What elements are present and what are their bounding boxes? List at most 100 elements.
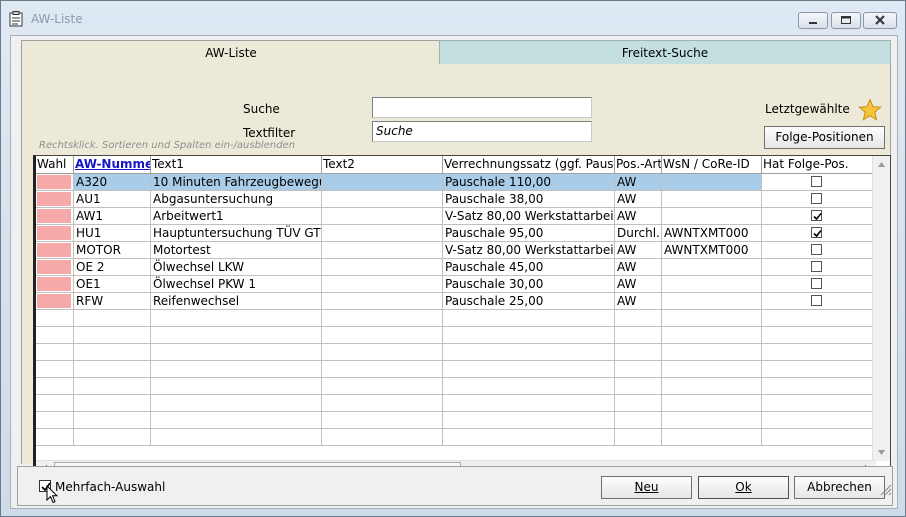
table-row[interactable]: AW1 Arbeitwert1 V-Satz 80,00 Werkstattarbe… <box>36 208 876 225</box>
cell-hat-folge-pos[interactable] <box>762 225 876 242</box>
header-text2[interactable]: Text2 <box>322 156 443 173</box>
cell-verrechnungssatz <box>443 327 615 344</box>
ok-button-label: Ok <box>735 480 752 494</box>
cell-hat-folge-pos[interactable] <box>762 242 876 259</box>
header-core-id[interactable]: WsN / CoRe-ID <box>662 156 762 173</box>
scroll-up-icon[interactable] <box>873 156 890 173</box>
cell-hat-folge-pos[interactable] <box>762 174 876 191</box>
cell-hat-folge-pos[interactable] <box>762 208 876 225</box>
ok-button[interactable]: Ok <box>698 476 789 499</box>
cell-text2 <box>322 293 443 310</box>
wahl-swatch[interactable] <box>37 277 71 291</box>
folge-positionen-button[interactable]: Folge-Positionen <box>764 126 885 149</box>
cell-pos-art <box>615 310 662 327</box>
app-window: AW-Liste AW-Liste Freitext-Suche Suche T… <box>0 0 906 517</box>
cell-pos-art: AW <box>615 259 662 276</box>
cell-aw-nummer: MOTOR <box>74 242 151 259</box>
aw-liste-panel: Suche Textfilter Suche Rechtsklick. Sort… <box>21 64 891 479</box>
cell-text2 <box>322 174 443 191</box>
app-icon <box>9 11 23 27</box>
table-row[interactable]: AU1 Abgasuntersuchung Pauschale 38,00 AW <box>36 191 876 208</box>
cell-verrechnungssatz: Pauschale 110,00 <box>443 174 615 191</box>
cell-text1 <box>151 361 322 378</box>
cell-wahl[interactable] <box>36 191 74 208</box>
cell-wahl[interactable] <box>36 208 74 225</box>
cell-verrechnungssatz: Pauschale 95,00 <box>443 225 615 242</box>
cell-text1 <box>151 327 322 344</box>
folge-pos-checkbox[interactable] <box>811 261 822 272</box>
wahl-swatch[interactable] <box>37 209 71 223</box>
folge-pos-checkbox[interactable] <box>811 278 822 289</box>
cell-core-id <box>662 259 762 276</box>
header-pos-art[interactable]: Pos.-Art <box>615 156 662 173</box>
cell-hat-folge-pos <box>762 412 876 429</box>
scroll-down-icon[interactable] <box>873 444 890 461</box>
table-row[interactable]: HU1 Hauptuntersuchung TÜV GTÜ Pauschale 95… <box>36 225 876 242</box>
cell-hat-folge-pos[interactable] <box>762 293 876 310</box>
header-text1[interactable]: Text1 <box>151 156 322 173</box>
table-row[interactable]: OE1 Ölwechsel PKW 1 Pauschale 30,00 AW <box>36 276 876 293</box>
wahl-swatch[interactable] <box>37 226 71 240</box>
tab-freitext-suche[interactable]: Freitext-Suche <box>439 40 891 66</box>
aw-table[interactable]: Wahl AW-Nummer Text1 Text2 Verrechnungss… <box>33 155 891 479</box>
folge-pos-checkbox[interactable] <box>811 176 822 187</box>
header-hat-folge-pos[interactable]: Hat Folge-Pos. <box>762 156 876 173</box>
wahl-swatch[interactable] <box>37 192 71 206</box>
folge-pos-checkbox[interactable] <box>811 193 822 204</box>
wahl-swatch[interactable] <box>37 260 71 274</box>
cell-hat-folge-pos[interactable] <box>762 259 876 276</box>
table-row[interactable]: A32010 Minuten Fahrzeugbewegung Pauschale… <box>36 174 876 191</box>
wahl-swatch[interactable] <box>37 175 71 189</box>
cell-verrechnungssatz: Pauschale 25,00 <box>443 293 615 310</box>
cell-wahl[interactable] <box>36 174 74 191</box>
folge-pos-checkbox[interactable] <box>811 227 822 238</box>
checkmark-icon <box>813 212 822 221</box>
cell-wahl <box>36 344 74 361</box>
table-row[interactable]: OE 2 Ölwechsel LKW Pauschale 45,00 AW <box>36 259 876 276</box>
vertical-scrollbar[interactable] <box>872 156 890 461</box>
cell-wahl <box>36 395 74 412</box>
client-area: AW-Liste Freitext-Suche Suche Textfilter… <box>10 35 898 509</box>
close-button[interactable] <box>863 12 897 29</box>
cell-hat-folge-pos[interactable] <box>762 276 876 293</box>
table-row <box>36 429 876 446</box>
folge-pos-checkbox[interactable] <box>811 210 822 221</box>
cell-wahl[interactable] <box>36 276 74 293</box>
resize-grip-icon[interactable] <box>878 482 892 496</box>
cell-aw-nummer <box>74 395 151 412</box>
neu-button[interactable]: Neu <box>601 476 692 499</box>
textfilter-input[interactable]: Suche <box>372 121 592 142</box>
cell-wahl <box>36 361 74 378</box>
cell-aw-nummer: AW1 <box>74 208 151 225</box>
minimize-button[interactable] <box>798 12 828 29</box>
header-wahl[interactable]: Wahl <box>36 156 74 173</box>
abbrechen-button[interactable]: Abbrechen <box>794 476 885 499</box>
cell-text1 <box>151 344 322 361</box>
star-icon[interactable] <box>858 98 882 122</box>
neu-button-label: Neu <box>634 480 659 494</box>
cell-wahl[interactable] <box>36 259 74 276</box>
maximize-button[interactable] <box>831 12 861 29</box>
cell-text1 <box>151 378 322 395</box>
tab-aw-liste[interactable]: AW-Liste <box>21 40 441 65</box>
cell-pos-art <box>615 327 662 344</box>
wahl-swatch[interactable] <box>37 294 71 308</box>
cell-pos-art: AW <box>615 293 662 310</box>
cell-pos-art <box>615 429 662 446</box>
table-row[interactable]: RFW Reifenwechsel Pauschale 25,00 AW <box>36 293 876 310</box>
wahl-swatch[interactable] <box>37 243 71 257</box>
mehrfach-auswahl-label[interactable]: Mehrfach-Auswahl <box>55 480 165 494</box>
cell-wahl[interactable] <box>36 242 74 259</box>
folge-pos-checkbox[interactable] <box>811 244 822 255</box>
cell-wahl[interactable] <box>36 225 74 242</box>
header-verrechnungssatz[interactable]: Verrechnungssatz (ggf. Pauschale) <box>443 156 615 173</box>
cell-hat-folge-pos[interactable] <box>762 191 876 208</box>
header-aw-nummer[interactable]: AW-Nummer <box>74 156 151 173</box>
title-bar[interactable]: AW-Liste <box>1 1 905 35</box>
suche-input[interactable] <box>372 97 592 118</box>
folge-pos-checkbox[interactable] <box>811 295 822 306</box>
cell-core-id <box>662 327 762 344</box>
table-row[interactable]: MOTOR Motortest V-Satz 80,00 Werkstattarbe… <box>36 242 876 259</box>
cell-pos-art: AW <box>615 242 662 259</box>
cell-wahl[interactable] <box>36 293 74 310</box>
